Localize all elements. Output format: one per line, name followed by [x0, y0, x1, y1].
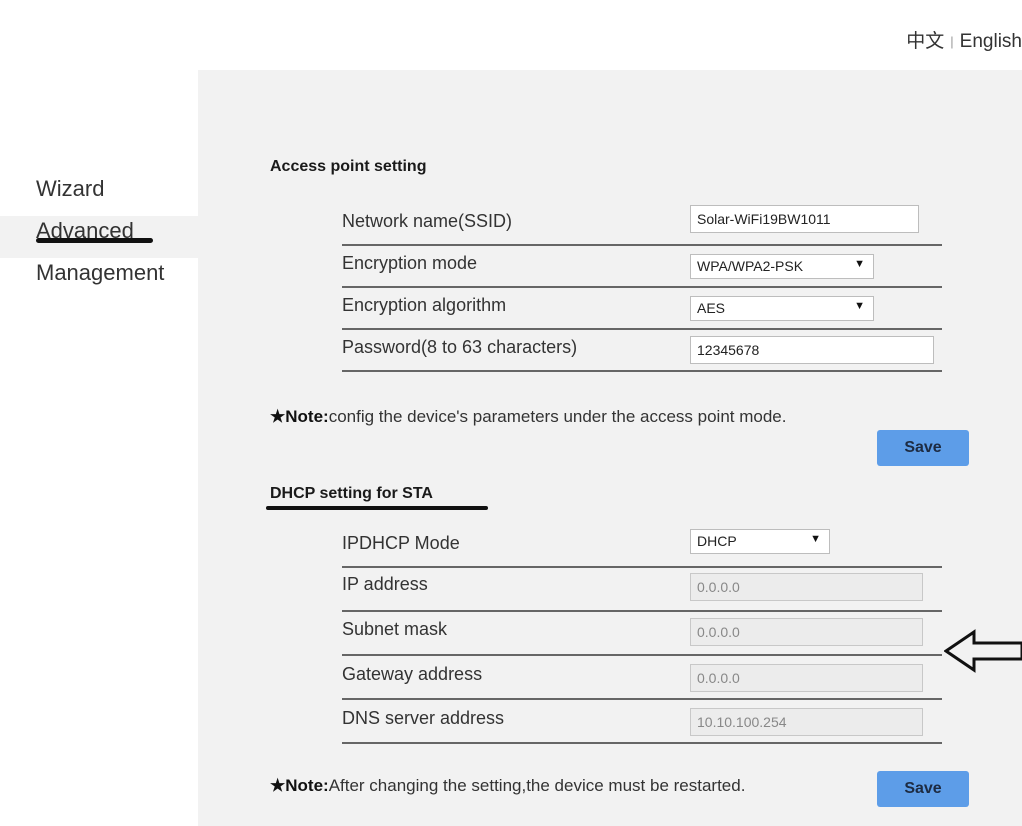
language-chinese-link[interactable]: 中文 — [906, 31, 944, 52]
dns-input[interactable] — [690, 708, 923, 736]
encryption-mode-row: Encryption mode WPA/WPA2-PSK ▼ — [342, 246, 942, 288]
encryption-algorithm-label: Encryption algorithm — [342, 295, 507, 315]
access-point-form: Network name(SSID) Encryption mode WPA/W… — [342, 204, 942, 372]
ip-mode-label: IPDHCP Mode — [342, 533, 460, 553]
subnet-mask-input[interactable] — [690, 618, 923, 646]
dropdown-arrow-icon: ▼ — [854, 258, 865, 270]
access-point-title: Access point setting — [270, 158, 427, 175]
encryption-algorithm-row: Encryption algorithm AES ▼ — [342, 288, 942, 330]
nav-item-wizard[interactable]: Wizard — [36, 174, 206, 216]
dns-row: DNS server address — [342, 700, 942, 744]
nav-item-management-label: Management — [36, 260, 165, 285]
note-text: After changing the setting,the device mu… — [328, 776, 746, 795]
encryption-mode-select[interactable]: WPA/WPA2-PSK ▼ — [690, 254, 874, 279]
gateway-label: Gateway address — [342, 664, 483, 684]
password-label: Password(8 to 63 characters) — [342, 337, 578, 357]
dropdown-arrow-icon: ▼ — [810, 533, 821, 545]
ip-address-row: IP address — [342, 568, 942, 612]
subnet-mask-label: Subnet mask — [342, 619, 448, 639]
ip-mode-value: DHCP — [697, 533, 737, 549]
nav-item-wizard-label: Wizard — [36, 176, 105, 201]
subnet-mask-row: Subnet mask — [342, 612, 942, 656]
sidebar-nav: Wizard Advanced Management — [0, 174, 206, 300]
gateway-input[interactable] — [690, 664, 923, 692]
ip-address-label: IP address — [342, 574, 428, 594]
nav-item-advanced[interactable]: Advanced — [0, 216, 198, 258]
password-input[interactable] — [690, 336, 934, 364]
note-label: ★Note: — [270, 776, 329, 795]
encryption-algorithm-select[interactable]: AES ▼ — [690, 296, 874, 321]
advanced-underline-mark — [36, 238, 153, 243]
ssid-label: Network name(SSID) — [342, 211, 513, 231]
ssid-row: Network name(SSID) — [342, 204, 942, 246]
access-point-note: ★Note:config the device's parameters und… — [270, 407, 786, 427]
note-label: ★Note: — [270, 407, 329, 426]
encryption-mode-value: WPA/WPA2-PSK — [697, 258, 804, 274]
ip-address-input[interactable] — [690, 573, 923, 601]
nav-item-management[interactable]: Management — [36, 258, 206, 300]
dns-label: DNS server address — [342, 708, 505, 728]
password-row: Password(8 to 63 characters) — [342, 330, 942, 372]
ip-mode-select[interactable]: DHCP ▼ — [690, 529, 830, 554]
dropdown-arrow-icon: ▼ — [854, 300, 865, 312]
left-arrow-icon — [944, 629, 1022, 673]
dhcp-note: ★Note:After changing the setting,the dev… — [270, 776, 745, 796]
dhcp-save-button[interactable]: Save — [877, 771, 969, 807]
gateway-row: Gateway address — [342, 656, 942, 700]
language-english-link[interactable]: English — [960, 31, 1022, 52]
encryption-algorithm-value: AES — [697, 300, 726, 316]
language-switch: 中文 | English — [906, 26, 1022, 53]
dhcp-title: DHCP setting for STA — [270, 485, 433, 502]
dhcp-form: IPDHCP Mode DHCP ▼ IP address Subnet mas… — [342, 524, 942, 744]
language-separator: | — [950, 34, 954, 49]
encryption-mode-label: Encryption mode — [342, 253, 478, 273]
ssid-input[interactable] — [690, 205, 919, 233]
note-text: config the device's parameters under the… — [328, 407, 787, 426]
access-point-save-button[interactable]: Save — [877, 430, 969, 466]
ip-mode-row: IPDHCP Mode DHCP ▼ — [342, 524, 942, 568]
dhcp-title-underline-mark — [266, 506, 488, 510]
